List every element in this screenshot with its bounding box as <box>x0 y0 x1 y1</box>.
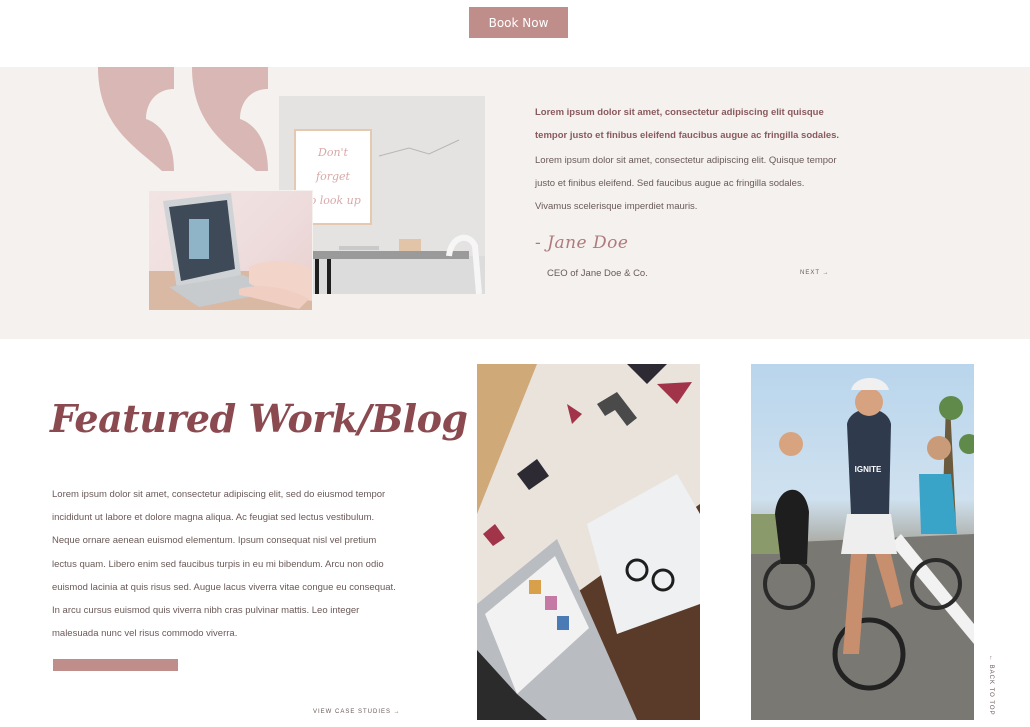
svg-text:to look up: to look up <box>305 194 361 207</box>
poster-text: Don't <box>317 146 349 159</box>
cyclists-photo: IGNITE <box>751 364 974 720</box>
laptop-typing-photo <box>148 190 313 311</box>
testimonial-lead: Lorem ipsum dolor sit amet, consectetur … <box>535 107 840 141</box>
quote-mark-icon <box>98 67 174 171</box>
testimonial-section: Don't forget to look up Lorem ipsum dolo… <box>0 67 1030 339</box>
testimonial-body: Lorem ipsum dolor sit amet, consectetur … <box>535 155 837 212</box>
jersey-text: IGNITE <box>855 465 882 474</box>
featured-button[interactable] <box>53 659 178 671</box>
svg-text:forget: forget <box>315 170 351 183</box>
testimonial-signature: - Jane Doe <box>535 233 629 253</box>
back-to-top-link[interactable]: ← BACK TO TOP <box>984 655 994 716</box>
featured-title: Featured Work/Blog <box>50 396 468 441</box>
featured-body: Lorem ipsum dolor sit amet, consectetur … <box>52 489 396 640</box>
desk-flatlay-photo <box>477 364 700 720</box>
testimonial-role: CEO of Jane Doe & Co. <box>547 268 648 279</box>
next-testimonial-link[interactable]: NEXT → <box>800 270 830 276</box>
view-case-studies-link[interactable]: VIEW CASE STUDIES → <box>313 709 401 715</box>
quote-mark-icon-2 <box>192 67 268 171</box>
book-now-button[interactable]: Book Now <box>469 7 568 38</box>
